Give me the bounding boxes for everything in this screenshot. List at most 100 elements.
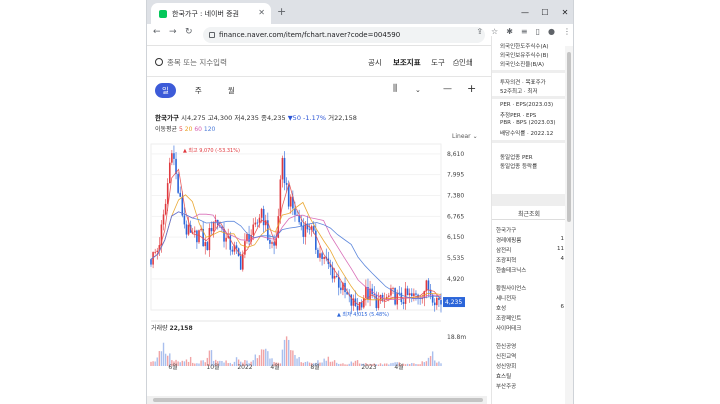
recent-item[interactable]: 사이머테크	[496, 324, 564, 332]
print-label: 인쇄	[459, 58, 473, 67]
candle-body	[333, 276, 336, 279]
volume-bar	[196, 363, 198, 366]
close-tab-icon[interactable]: ✕	[258, 8, 265, 17]
reload-icon[interactable]: ↻	[185, 27, 193, 37]
candle-body	[392, 287, 394, 289]
url-field[interactable]: finance.naver.com/item/fchart.naver?code…	[203, 27, 485, 43]
candle-body	[281, 157, 284, 180]
recent-item-name: 성신양회	[496, 364, 517, 370]
media-icon[interactable]: ≡	[521, 27, 528, 36]
recent-item[interactable]: 성신양회	[496, 362, 564, 370]
browser-tab[interactable]: 한국가구 : 네이버 증권 ✕	[151, 3, 271, 24]
candle-body	[427, 280, 430, 290]
recent-item[interactable]: 세니전자	[496, 294, 564, 302]
period-monthly-button[interactable]: 월	[221, 83, 242, 98]
volume-bar	[417, 364, 419, 366]
price-chart[interactable]: 8,610 7,995 7,380 6,765 6,150 5,535 4,920 ▲ 최고 …	[147, 140, 491, 370]
x-tick-label: 2022	[237, 364, 252, 370]
recent-item[interactable]: 경레에핑룸 1	[496, 236, 564, 244]
menu-icon[interactable]: ⋮	[563, 27, 571, 36]
new-tab-icon[interactable]: +	[277, 5, 286, 18]
disclosure-menu[interactable]: 공시	[368, 57, 382, 68]
recent-item[interactable]: 한솔테크닉스	[496, 266, 564, 274]
search-input[interactable]: 종목 또는 지수입력	[167, 57, 227, 68]
volume-bar	[223, 362, 225, 366]
recent-item[interactable]: 부산주공	[496, 382, 564, 390]
recent-item[interactable]: 한국가구	[496, 226, 564, 234]
candle-body	[363, 297, 365, 308]
recent-item[interactable]: 삼전리 11	[496, 246, 564, 254]
candle-body	[415, 293, 417, 295]
x-tick-label: 10월	[206, 363, 219, 370]
volume-bar	[189, 356, 192, 366]
recent-item-name: 세니전자	[496, 296, 517, 302]
moving-average-line: 이동평균 5 20 60 120	[155, 124, 215, 133]
period-weekly-button[interactable]: 주	[188, 83, 209, 98]
candle-body	[388, 295, 390, 297]
forward-icon[interactable]: →	[169, 27, 177, 37]
volume-bar	[411, 363, 413, 366]
chart-horizontal-scrollbar[interactable]	[147, 396, 487, 404]
back-icon[interactable]: ←	[153, 27, 161, 37]
recent-item[interactable]: 호성 6	[496, 304, 564, 312]
scrollbar-thumb[interactable]	[567, 52, 571, 222]
candle-body	[271, 242, 273, 244]
close-window-icon[interactable]: ✕	[555, 0, 573, 24]
maximize-icon[interactable]: ☐	[535, 0, 555, 24]
low-value: 4,235	[240, 114, 259, 122]
candle-type-icon[interactable]: ⫼	[393, 84, 397, 94]
recent-item[interactable]: 효스틸	[496, 372, 564, 380]
zoom-out-icon[interactable]: —	[443, 84, 452, 94]
period-daily-button[interactable]: 일	[155, 82, 176, 98]
candle-body	[383, 299, 386, 301]
volume-bar	[340, 363, 342, 366]
tools-menu[interactable]: 도구	[431, 57, 445, 68]
volume-bar	[338, 363, 340, 366]
volume-bar	[333, 360, 336, 366]
open-value: 4,275	[186, 114, 206, 122]
volume-bar	[421, 361, 423, 366]
share-icon[interactable]: ⇪	[476, 27, 483, 36]
recent-item[interactable]: 조광피혁 4	[496, 256, 564, 264]
minimize-icon[interactable]: —	[515, 0, 535, 24]
zoom-in-icon[interactable]: +	[467, 82, 476, 95]
scale-selector[interactable]: Linear ⌄	[452, 133, 478, 140]
candle-body	[287, 184, 290, 207]
profile-icon[interactable]: ●	[548, 27, 555, 36]
volume-bar	[283, 339, 286, 366]
recent-item[interactable]: 황원사이언스	[496, 284, 564, 292]
candle-body	[373, 294, 376, 295]
volume-bar	[342, 363, 344, 366]
volume-bar	[438, 361, 440, 366]
candle-body	[440, 300, 442, 305]
tab-title: 한국가구 : 네이버 증권	[172, 9, 239, 18]
extensions-icon[interactable]: ✱	[506, 27, 513, 36]
candle-body	[206, 242, 209, 251]
candle-body	[260, 208, 263, 218]
candle-body	[365, 287, 367, 298]
ma-label: 이동평균	[155, 126, 178, 133]
candle-dropdown-icon[interactable]: ⌄	[415, 86, 421, 94]
volume-bar	[423, 362, 426, 366]
vertical-scrollbar[interactable]	[565, 46, 573, 404]
scrollbar-thumb[interactable]	[153, 398, 483, 402]
volume-bar	[415, 364, 417, 366]
recent-item[interactable]: 한신공영	[496, 342, 564, 350]
volume-bar	[321, 362, 323, 366]
indicators-menu[interactable]: 보조지표	[393, 57, 421, 68]
y-tick-label: 6,150	[447, 234, 464, 241]
bookmark-star-icon[interactable]: ☆	[491, 27, 498, 36]
recent-item[interactable]: 신진교역	[496, 352, 564, 360]
print-menu[interactable]: ⎙인쇄	[453, 57, 473, 68]
candle-body	[321, 253, 323, 259]
sidepanel-icon[interactable]: ▯	[536, 27, 540, 36]
x-tick-label: 4월	[270, 363, 279, 370]
candle-body	[262, 208, 265, 226]
candle-body	[256, 222, 259, 224]
candle-body	[173, 153, 175, 159]
recent-item[interactable]: 조광페인트	[496, 314, 564, 322]
candle-body	[394, 287, 396, 305]
volume-bar	[413, 363, 415, 366]
search-icon[interactable]	[155, 58, 163, 66]
volume-bar	[156, 357, 158, 366]
